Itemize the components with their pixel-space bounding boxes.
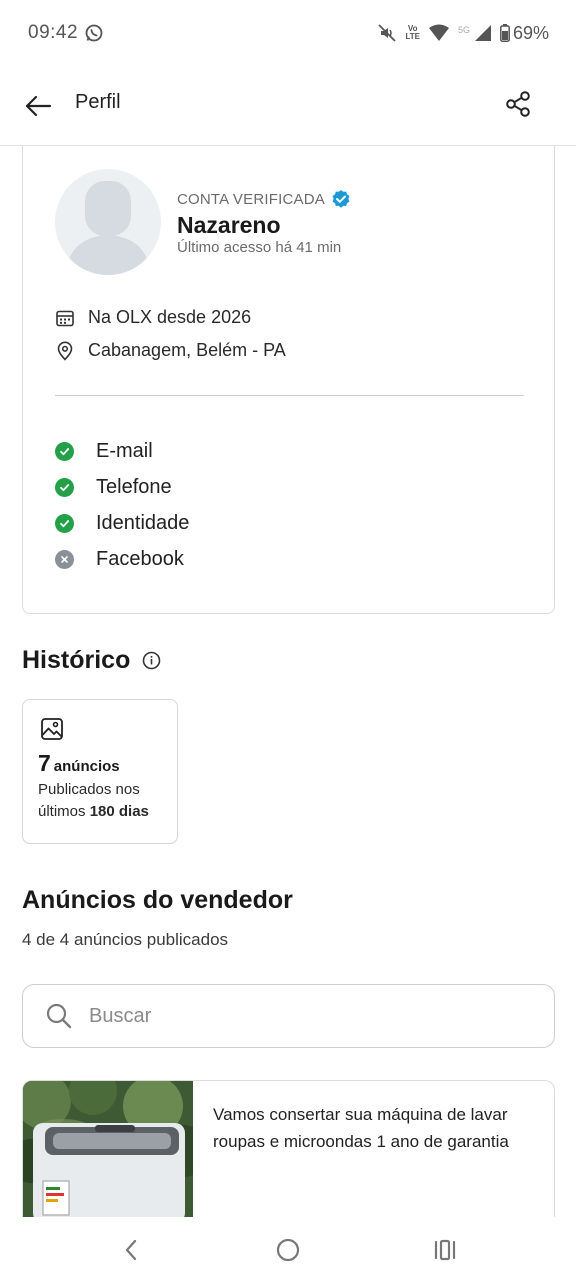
history-count-unit: anúncios xyxy=(53,758,120,775)
back-button[interactable] xyxy=(22,90,54,122)
location-pin-icon xyxy=(57,341,73,361)
top-app-bar: Perfil xyxy=(0,66,576,146)
ad-thumbnail xyxy=(23,1081,193,1217)
recents-icon xyxy=(434,1239,456,1261)
avatar xyxy=(55,169,161,275)
share-button[interactable] xyxy=(502,88,534,120)
network-type-text: 5G xyxy=(457,24,470,35)
profile-card: CONTA VERIFICADA Nazareno Último acesso … xyxy=(22,146,555,614)
volte-bottom-text: LTE xyxy=(405,32,420,41)
default-user-avatar-icon xyxy=(65,181,151,275)
share-icon xyxy=(506,91,530,117)
history-description: Publicados nos últimos 180 dias xyxy=(38,779,168,823)
volte-icon: Vo LTE xyxy=(405,25,420,41)
check-circle-icon xyxy=(55,514,74,533)
verification-label: E-mail xyxy=(96,440,153,462)
page-title: Perfil xyxy=(75,91,121,113)
nav-home-button[interactable] xyxy=(273,1235,303,1265)
verification-label: Facebook xyxy=(96,548,184,570)
search-icon xyxy=(45,1002,73,1030)
wifi-icon xyxy=(428,24,450,42)
system-navigation-bar xyxy=(0,1217,576,1280)
search-box xyxy=(22,984,555,1048)
whatsapp-notification-icon xyxy=(84,23,104,43)
history-ads-card: 7 anúncios Publicados nos últimos 180 di… xyxy=(22,699,178,844)
verified-text: CONTA VERIFICADA xyxy=(177,190,325,208)
member-since-text: Na OLX desde 2026 xyxy=(88,307,252,327)
status-time: 09:42 xyxy=(28,22,79,43)
check-circle-icon xyxy=(55,478,74,497)
history-section-title: Histórico xyxy=(22,646,161,675)
location-row: Cabanagem, Belém - PA xyxy=(55,340,286,361)
signal-icon xyxy=(474,24,492,42)
verification-facebook: Facebook xyxy=(55,548,184,571)
battery-icon xyxy=(500,24,510,42)
ad-card[interactable]: Vamos consertar sua máquina de lavar rou… xyxy=(22,1080,555,1217)
verification-phone: Telefone xyxy=(55,476,172,499)
seller-ads-title: Anúncios do vendedor xyxy=(22,886,293,914)
battery-level: 69% xyxy=(512,22,549,43)
image-icon xyxy=(40,717,64,746)
home-circle-icon xyxy=(276,1238,300,1262)
nav-recents-button[interactable] xyxy=(430,1235,460,1265)
nav-back-button[interactable] xyxy=(116,1235,146,1265)
check-circle-icon xyxy=(55,442,74,461)
verification-label: Telefone xyxy=(96,476,172,498)
verification-email: E-mail xyxy=(55,440,153,463)
mute-icon xyxy=(377,23,397,43)
chevron-left-icon xyxy=(125,1239,137,1261)
seller-ads-count: 4 de 4 anúncios publicados xyxy=(22,930,229,949)
network-badge: 5G xyxy=(458,25,470,35)
status-bar: 09:42 Vo LTE 5G 69% xyxy=(0,0,576,66)
location-text: Cabanagem, Belém - PA xyxy=(88,340,286,360)
member-since-row: Na OLX desde 2026 xyxy=(55,307,251,328)
history-count-number: 7 xyxy=(38,750,51,776)
history-count: 7 anúncios xyxy=(38,750,120,777)
ad-title: Vamos consertar sua máquina de lavar rou… xyxy=(213,1105,509,1151)
search-input[interactable] xyxy=(89,1004,509,1028)
verified-badge-icon xyxy=(332,190,350,208)
verification-label: Identidade xyxy=(96,512,190,534)
user-name: Nazareno xyxy=(177,212,281,238)
history-desc-days: 180 dias xyxy=(89,803,149,820)
verification-identity: Identidade xyxy=(55,512,189,535)
last-access-text: Último acesso há 41 min xyxy=(177,239,342,256)
x-circle-icon xyxy=(55,550,74,569)
arrow-left-icon xyxy=(25,95,52,117)
history-title-text: Histórico xyxy=(22,646,131,674)
info-icon[interactable] xyxy=(142,651,161,670)
divider xyxy=(55,395,524,396)
calendar-icon xyxy=(56,310,74,326)
verified-account-label: CONTA VERIFICADA xyxy=(177,189,351,209)
